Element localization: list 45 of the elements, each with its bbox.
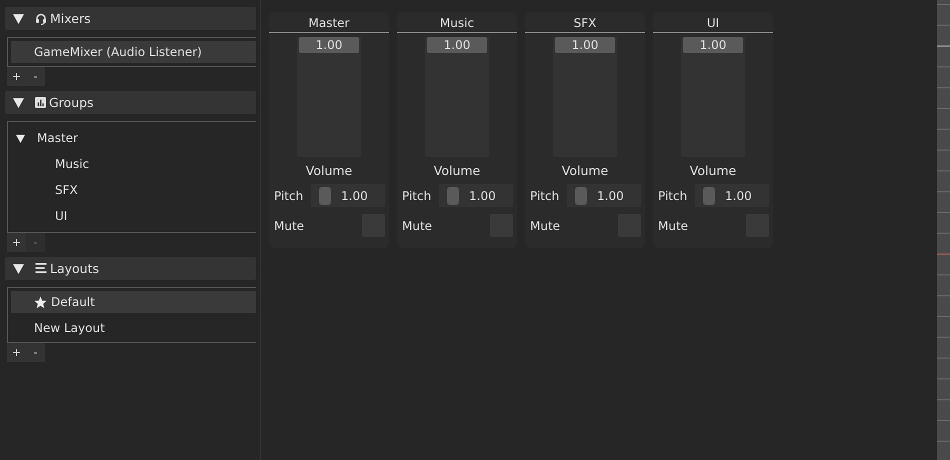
strip-title: Master xyxy=(269,12,389,33)
headset-icon xyxy=(35,12,47,24)
mute-label: Mute xyxy=(657,218,688,232)
lines-icon xyxy=(35,263,47,274)
tree-item[interactable]: UI xyxy=(11,203,256,229)
section-header[interactable]: Mixers xyxy=(5,7,256,30)
tree-item[interactable]: SFX xyxy=(11,177,256,203)
volume-handle[interactable]: 1.00 xyxy=(427,37,487,53)
pitch-label: Pitch xyxy=(401,188,432,202)
volume-label: Volume xyxy=(434,163,480,178)
pitch-label: Pitch xyxy=(273,188,304,202)
pitch-label: Pitch xyxy=(529,188,560,202)
remove-button[interactable]: - xyxy=(26,343,45,362)
add-button[interactable]: + xyxy=(7,67,26,86)
volume-label: Volume xyxy=(306,163,352,178)
bar-chart-icon xyxy=(35,97,46,108)
section-title: Groups xyxy=(49,95,94,110)
volume-label: Volume xyxy=(690,163,736,178)
volume-handle[interactable]: 1.00 xyxy=(683,37,743,53)
mute-label: Mute xyxy=(529,218,560,232)
section-title: Layouts xyxy=(50,261,100,276)
volume-slider[interactable]: 1.00 xyxy=(553,37,617,157)
list-item[interactable]: New Layout xyxy=(11,317,256,339)
remove-button[interactable]: - xyxy=(26,67,45,86)
section-header[interactable]: Layouts xyxy=(5,257,256,280)
list-item[interactable]: Default xyxy=(11,291,256,313)
strip-title: UI xyxy=(653,12,773,33)
add-button[interactable]: + xyxy=(7,233,26,252)
section-title: Mixers xyxy=(50,11,91,26)
add-button[interactable]: + xyxy=(7,343,26,362)
volume-slider[interactable]: 1.00 xyxy=(297,37,361,157)
volume-slider[interactable]: 1.00 xyxy=(425,37,489,157)
list-item[interactable]: GameMixer (Audio Listener) xyxy=(11,41,256,63)
pitch-label: Pitch xyxy=(657,188,688,202)
volume-handle[interactable]: 1.00 xyxy=(555,37,615,53)
strip-title: SFX xyxy=(525,12,645,33)
mute-label: Mute xyxy=(401,218,432,232)
volume-handle[interactable]: 1.00 xyxy=(299,37,359,53)
strip-title: Music xyxy=(397,12,517,33)
tree-item[interactable]: Music xyxy=(11,151,256,177)
volume-label: Volume xyxy=(562,163,608,178)
section-header[interactable]: Groups xyxy=(5,91,256,114)
tree-item[interactable]: Master xyxy=(11,125,256,151)
mute-label: Mute xyxy=(273,218,304,232)
volume-slider[interactable]: 1.00 xyxy=(681,37,745,157)
